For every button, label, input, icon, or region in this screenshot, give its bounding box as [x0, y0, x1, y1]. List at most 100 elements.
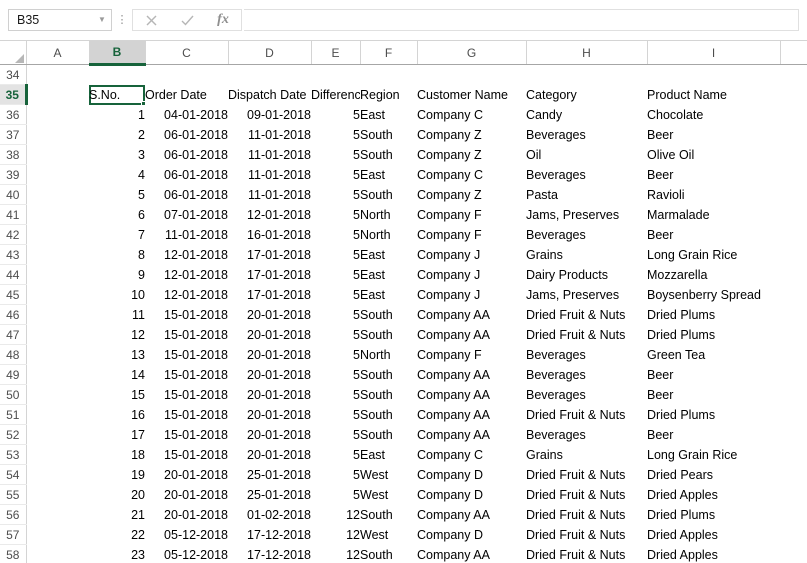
cell-product-name[interactable]: Green Tea — [647, 345, 780, 365]
cell-product-name[interactable]: Dried Plums — [647, 505, 780, 525]
cell-order-date[interactable]: 06-01-2018 — [145, 125, 228, 145]
select-all-triangle-icon[interactable] — [0, 41, 27, 65]
cell-s-no[interactable]: 23 — [89, 545, 145, 563]
cell-order-date[interactable]: 15-01-2018 — [145, 445, 228, 465]
cell-product-name[interactable]: Beer — [647, 225, 780, 245]
cell-difference[interactable]: 5 — [311, 405, 360, 425]
cell-customer-name[interactable]: Company C — [417, 165, 526, 185]
cell-empty[interactable] — [26, 525, 89, 545]
cell-empty[interactable] — [26, 225, 89, 245]
cell-dispatch-date[interactable]: 25-01-2018 — [228, 465, 311, 485]
cell-category[interactable]: Dried Fruit & Nuts — [526, 465, 647, 485]
cell-empty[interactable] — [26, 145, 89, 165]
column-header-b[interactable]: B — [89, 41, 146, 66]
column-header-e[interactable]: E — [311, 41, 361, 65]
cell-category[interactable]: Dried Fruit & Nuts — [526, 405, 647, 425]
cell-customer-name[interactable]: Company J — [417, 245, 526, 265]
cell-product-name[interactable]: Dried Apples — [647, 545, 780, 563]
row-header-48[interactable]: 48 — [0, 344, 27, 365]
row-header-38[interactable]: 38 — [0, 144, 27, 165]
cell-dispatch-date[interactable]: 20-01-2018 — [228, 345, 311, 365]
cell-s-no[interactable]: 1 — [89, 105, 145, 125]
cell-region[interactable]: South — [360, 545, 417, 563]
cell-empty[interactable] — [26, 425, 89, 445]
row-header-52[interactable]: 52 — [0, 424, 27, 445]
cell-product-name[interactable]: Chocolate — [647, 105, 780, 125]
row-header-53[interactable]: 53 — [0, 444, 27, 465]
chevron-down-icon[interactable]: ▼ — [95, 10, 109, 30]
cell-order-date[interactable]: 07-01-2018 — [145, 205, 228, 225]
cell-difference[interactable]: 5 — [311, 365, 360, 385]
cell-product-name[interactable]: Boysenberry Spread — [647, 285, 780, 305]
cell-s-no[interactable]: 20 — [89, 485, 145, 505]
cell-difference[interactable]: 5 — [311, 185, 360, 205]
column-header-cell-product-name[interactable]: Product Name — [647, 85, 780, 105]
cell-empty[interactable] — [26, 265, 89, 285]
row-header-51[interactable]: 51 — [0, 404, 27, 425]
cell-customer-name[interactable]: Company Z — [417, 185, 526, 205]
cell-s-no[interactable]: 5 — [89, 185, 145, 205]
cell-s-no[interactable]: 14 — [89, 365, 145, 385]
cell-empty[interactable] — [26, 125, 89, 145]
cell-region[interactable]: East — [360, 445, 417, 465]
cell-dispatch-date[interactable]: 20-01-2018 — [228, 425, 311, 445]
row-header-49[interactable]: 49 — [0, 364, 27, 385]
cell-order-date[interactable]: 11-01-2018 — [145, 225, 228, 245]
cell-region[interactable]: North — [360, 345, 417, 365]
cell-region[interactable]: South — [360, 505, 417, 525]
cell-difference[interactable]: 5 — [311, 465, 360, 485]
cell-category[interactable]: Candy — [526, 105, 647, 125]
row-header-34[interactable]: 34 — [0, 64, 27, 85]
cell-product-name[interactable]: Beer — [647, 365, 780, 385]
cell-product-name[interactable]: Long Grain Rice — [647, 245, 780, 265]
cell-s-no[interactable]: 16 — [89, 405, 145, 425]
row-header-54[interactable]: 54 — [0, 464, 27, 485]
cell-empty[interactable] — [26, 185, 89, 205]
cell-dispatch-date[interactable]: 17-01-2018 — [228, 245, 311, 265]
cell-dispatch-date[interactable]: 09-01-2018 — [228, 105, 311, 125]
cell-region[interactable]: East — [360, 285, 417, 305]
column-header-cell-dispatch-date[interactable]: Dispatch Date — [228, 85, 311, 105]
cell-dispatch-date[interactable]: 11-01-2018 — [228, 145, 311, 165]
cell-region[interactable]: West — [360, 465, 417, 485]
cell-order-date[interactable]: 15-01-2018 — [145, 425, 228, 445]
cell-dispatch-date[interactable]: 17-01-2018 — [228, 265, 311, 285]
column-header-f[interactable]: F — [360, 41, 418, 65]
cell-s-no[interactable]: 18 — [89, 445, 145, 465]
cell-product-name[interactable]: Marmalade — [647, 205, 780, 225]
cell-empty[interactable] — [526, 65, 647, 85]
cell-difference[interactable]: 5 — [311, 345, 360, 365]
cell-difference[interactable]: 5 — [311, 205, 360, 225]
cell-order-date[interactable]: 15-01-2018 — [145, 305, 228, 325]
cell-category[interactable]: Beverages — [526, 365, 647, 385]
row-header-37[interactable]: 37 — [0, 124, 27, 145]
cell-product-name[interactable]: Dried Plums — [647, 305, 780, 325]
cell-empty[interactable] — [145, 65, 228, 85]
row-header-42[interactable]: 42 — [0, 224, 27, 245]
cell-category[interactable]: Beverages — [526, 345, 647, 365]
cell-category[interactable]: Dried Fruit & Nuts — [526, 505, 647, 525]
column-header-c[interactable]: C — [145, 41, 229, 65]
cell-order-date[interactable]: 15-01-2018 — [145, 345, 228, 365]
cell-category[interactable]: Beverages — [526, 165, 647, 185]
cell-category[interactable]: Grains — [526, 445, 647, 465]
cell-region[interactable]: South — [360, 385, 417, 405]
cell-product-name[interactable]: Beer — [647, 425, 780, 445]
cell-s-no[interactable]: 6 — [89, 205, 145, 225]
cell-difference[interactable]: 12 — [311, 545, 360, 563]
cell-category[interactable]: Dried Fruit & Nuts — [526, 305, 647, 325]
cell-dispatch-date[interactable]: 17-12-2018 — [228, 545, 311, 563]
cell-empty[interactable] — [26, 325, 89, 345]
cell-customer-name[interactable]: Company C — [417, 105, 526, 125]
cell-region[interactable]: South — [360, 305, 417, 325]
cell-customer-name[interactable]: Company D — [417, 485, 526, 505]
cell-customer-name[interactable]: Company J — [417, 285, 526, 305]
cell-order-date[interactable]: 15-01-2018 — [145, 325, 228, 345]
row-header-39[interactable]: 39 — [0, 164, 27, 185]
cell-order-date[interactable]: 20-01-2018 — [145, 485, 228, 505]
cell-product-name[interactable]: Mozzarella — [647, 265, 780, 285]
column-header-g[interactable]: G — [417, 41, 527, 65]
cell-product-name[interactable]: Long Grain Rice — [647, 445, 780, 465]
cell-customer-name[interactable]: Company AA — [417, 425, 526, 445]
cell-dispatch-date[interactable]: 16-01-2018 — [228, 225, 311, 245]
